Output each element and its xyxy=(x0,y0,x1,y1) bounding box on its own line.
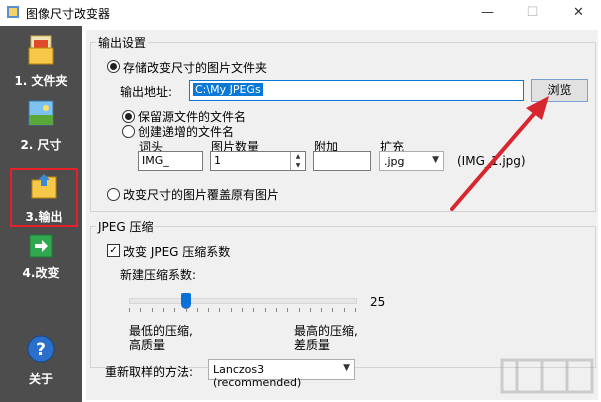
filename-preview: (IMG_1.jpg) xyxy=(457,154,526,168)
svg-text:?: ? xyxy=(36,340,46,360)
keep-name-radio[interactable] xyxy=(122,110,135,123)
slider-tick xyxy=(174,308,175,312)
extension-select[interactable]: .jpg ▼ xyxy=(379,151,444,171)
resample-label: 重新取样的方法: xyxy=(105,365,194,379)
minimize-button[interactable]: — xyxy=(465,0,510,26)
resample-select[interactable]: Lanczos3 (recommended) ▼ xyxy=(208,359,355,389)
slider-tick xyxy=(152,308,153,312)
output-folder-icon xyxy=(31,174,57,199)
slider-tick xyxy=(163,308,164,312)
slider-tick xyxy=(344,308,345,312)
sidebar-item-label: 关于 xyxy=(28,372,53,386)
append-field[interactable] xyxy=(313,151,371,171)
slider-tick xyxy=(219,308,220,312)
address-label: 输出地址: xyxy=(120,85,173,99)
slider-tick xyxy=(253,308,254,312)
chevron-down-icon: ▼ xyxy=(432,155,439,165)
low-compression-label-2: 高质量 xyxy=(129,338,166,352)
sidebar-item-label: 2. 尺寸 xyxy=(20,138,62,152)
sidebar-item-label: 4.改变 xyxy=(22,266,60,280)
resize-image-icon xyxy=(28,100,54,126)
output-address-value: C:\My JPEGs xyxy=(193,83,263,96)
folder-icon xyxy=(28,35,54,65)
change-jpeg-label: 改变 JPEG 压缩系数 xyxy=(123,245,231,259)
extension-value: .jpg xyxy=(384,155,405,168)
count-value: 1 xyxy=(214,154,221,167)
overwrite-radio[interactable] xyxy=(107,188,120,201)
slider-tick xyxy=(321,308,322,312)
chevron-down-icon: ▼ xyxy=(343,363,350,373)
slider-tick xyxy=(140,308,141,312)
maximize-button[interactable]: ☐ xyxy=(510,0,555,26)
increment-name-radio[interactable] xyxy=(122,125,135,138)
store-folder-radio[interactable] xyxy=(107,60,120,73)
high-compression-label-2: 差质量 xyxy=(294,338,331,352)
count-spinner[interactable]: ▲ ▼ xyxy=(290,152,305,170)
app-window: 图像尺寸改变器 — ☐ ✕ 1. 文件夹 2. 尺寸 3.输出 4.改变 ? 关… xyxy=(0,0,601,402)
jpeg-group-title: JPEG 压缩 xyxy=(96,218,156,235)
compression-slider-thumb[interactable] xyxy=(181,293,191,309)
slider-tick xyxy=(310,308,311,312)
sidebar-item-label: 3.输出 xyxy=(25,210,63,224)
sidebar-item-size[interactable]: 2. 尺寸 xyxy=(2,98,80,153)
arrow-right-icon xyxy=(29,234,53,258)
app-icon xyxy=(7,6,19,18)
slider-tick xyxy=(265,308,266,312)
sidebar: 1. 文件夹 2. 尺寸 3.输出 4.改变 ? 关于 xyxy=(0,26,82,402)
help-icon: ? xyxy=(27,335,55,363)
slider-tick xyxy=(355,308,356,312)
window-title: 图像尺寸改变器 xyxy=(26,7,111,21)
slider-tick xyxy=(276,308,277,312)
overwrite-label: 改变尺寸的图片覆盖原有图片 xyxy=(123,188,280,202)
output-address-field[interactable]: C:\My JPEGs xyxy=(189,80,524,101)
main-panel: 输出设置 存储改变尺寸的图片文件夹 输出地址: C:\My JPEGs 浏览 保… xyxy=(86,30,598,400)
watermark-logo-icon xyxy=(500,358,594,394)
count-field[interactable]: 1 ▲ ▼ xyxy=(210,151,306,171)
slider-tick xyxy=(287,308,288,312)
output-settings-title: 输出设置 xyxy=(96,34,149,51)
sidebar-item-change[interactable]: 4.改变 xyxy=(2,234,80,281)
change-jpeg-checkbox[interactable]: ✓ xyxy=(107,244,120,257)
sidebar-item-about[interactable]: ? 关于 xyxy=(2,334,80,387)
slider-tick xyxy=(332,308,333,312)
sidebar-item-label: 1. 文件夹 xyxy=(14,74,68,88)
sidebar-item-output[interactable]: 3.输出 xyxy=(10,168,78,227)
slider-tick xyxy=(299,308,300,312)
close-button[interactable]: ✕ xyxy=(556,0,601,26)
browse-button[interactable]: 浏览 xyxy=(531,79,588,102)
slider-tick xyxy=(231,308,232,312)
slider-tick xyxy=(242,308,243,312)
new-factor-label: 新建压缩系数: xyxy=(120,268,197,282)
slider-tick xyxy=(197,308,198,312)
prefix-field[interactable]: IMG_ xyxy=(138,151,203,171)
resample-value: Lanczos3 (recommended) xyxy=(213,363,302,389)
compression-value: 25 xyxy=(370,295,386,309)
slider-tick xyxy=(129,308,130,312)
sidebar-item-folder[interactable]: 1. 文件夹 xyxy=(2,34,80,89)
slider-tick xyxy=(186,308,187,312)
slider-tick xyxy=(208,308,209,312)
compression-slider-track[interactable] xyxy=(129,298,357,304)
store-folder-label: 存储改变尺寸的图片文件夹 xyxy=(123,61,268,75)
title-bar: 图像尺寸改变器 — ☐ ✕ xyxy=(0,0,601,26)
